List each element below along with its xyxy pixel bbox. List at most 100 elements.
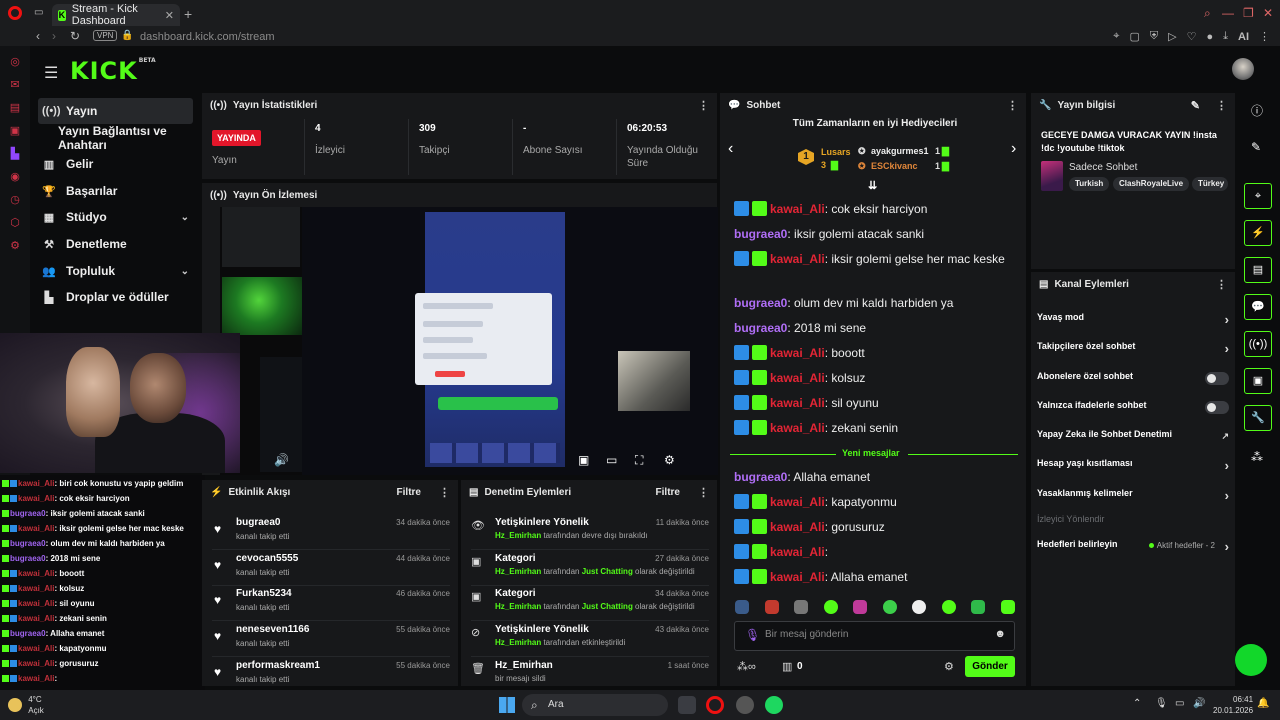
feed-user[interactable]: performaskream1: [236, 660, 320, 671]
task-view-icon[interactable]: [678, 696, 696, 714]
info-menu-icon[interactable]: ⋮: [1216, 99, 1227, 112]
chat-app-icon[interactable]: ▤: [0, 101, 30, 115]
mod-user[interactable]: Hz_Emirhan: [495, 531, 541, 540]
mail-icon[interactable]: ▣: [0, 124, 30, 138]
menu-icon[interactable]: ⋮: [1259, 30, 1270, 43]
action-account-age[interactable]: Hesap yaşı kısıtlaması ›: [1037, 458, 1229, 478]
modlog-filter-button[interactable]: Filtre: [656, 487, 680, 498]
stream-video[interactable]: 🔊 ▣ ▭ ⛶ ⚙: [220, 207, 718, 475]
chat-username[interactable]: kawai_Ali: [770, 520, 825, 534]
nav-item-studyo[interactable]: ▦ Stüdyo ⌄: [38, 204, 193, 230]
user-avatar[interactable]: [1232, 58, 1254, 80]
close-tab-icon[interactable]: ✕: [165, 9, 174, 22]
chat-username[interactable]: bugraea0: [734, 227, 787, 241]
app-taskbar-icon[interactable]: [736, 696, 754, 714]
volume-icon[interactable]: 🔊: [274, 453, 289, 467]
settings-icon[interactable]: ⚙: [0, 239, 30, 253]
history-icon[interactable]: ◷: [0, 193, 30, 207]
nav-item-droplar[interactable]: ▙ Droplar ve ödüller: [38, 284, 193, 310]
search-tabs-icon[interactable]: ⌕: [1204, 6, 1211, 21]
action-followers-only[interactable]: Takipçilere özel sohbet ›: [1037, 341, 1229, 361]
chat-menu-icon[interactable]: ⋮: [1007, 99, 1018, 112]
play-icon[interactable]: ▷: [1168, 30, 1176, 43]
gifter-name[interactable]: ayakgurmes1: [871, 146, 929, 156]
chat-username[interactable]: kawai_Ali: [770, 202, 825, 216]
feed-menu-icon[interactable]: ⋮: [439, 486, 450, 499]
nav-item-stream-key[interactable]: Yayın Bağlantısı ve Anahtarı: [38, 124, 193, 152]
microphone-icon[interactable]: 🎙: [745, 628, 760, 642]
emoji-icon[interactable]: ☻: [994, 628, 1006, 640]
player-icon[interactable]: ◉: [0, 170, 30, 184]
new-tab-button[interactable]: +: [184, 6, 192, 22]
vpn-badge[interactable]: VPN: [93, 30, 118, 41]
chat-username[interactable]: kawai_Ali: [770, 346, 825, 360]
emote-icon[interactable]: [853, 600, 868, 614]
extensions-icon[interactable]: ⬡: [0, 216, 30, 230]
network-icon[interactable]: ▭: [1175, 698, 1184, 709]
forward-button[interactable]: ›: [52, 29, 56, 43]
profile-icon[interactable]: ●: [1206, 31, 1213, 43]
kick-logo[interactable]: KICKBETA: [70, 57, 156, 85]
twitch-icon[interactable]: ▙: [0, 147, 30, 161]
mod-user[interactable]: Hz_Emirhan: [495, 602, 541, 611]
floating-action-button[interactable]: [1235, 644, 1267, 676]
emote-icon[interactable]: [912, 600, 927, 614]
chat-username[interactable]: bugraea0: [734, 470, 787, 484]
emote-icon[interactable]: [1000, 600, 1015, 614]
snapshot-icon[interactable]: ▢: [1129, 30, 1139, 43]
shield-icon[interactable]: ⛨: [1150, 30, 1158, 43]
tray-overflow-icon[interactable]: ⌃: [1133, 698, 1141, 709]
chat-username[interactable]: kawai_Ali: [770, 421, 825, 435]
nav-item-topluluk[interactable]: 👥 Topluluk ⌄: [38, 258, 193, 284]
quick-wrench-button[interactable]: 🔧: [1244, 405, 1272, 431]
prev-arrow-icon[interactable]: ‹: [728, 140, 733, 158]
quick-bolt-button[interactable]: ⚡: [1244, 220, 1272, 246]
gifter-name[interactable]: ESCkivanc: [871, 161, 918, 171]
chat-username[interactable]: kawai_Ali: [770, 545, 825, 559]
windows-start-icon[interactable]: [499, 697, 515, 713]
chat-input[interactable]: [765, 629, 985, 640]
back-button[interactable]: ‹: [36, 29, 40, 43]
mic-tray-icon[interactable]: 🎙: [1155, 698, 1168, 709]
tag-chip[interactable]: Turkish: [1069, 177, 1110, 191]
tag-chip[interactable]: Türkey: [1192, 177, 1228, 191]
next-arrow-icon[interactable]: ›: [1011, 140, 1016, 158]
opera-logo-icon[interactable]: [8, 6, 22, 20]
reload-button[interactable]: ↻: [70, 29, 80, 43]
expand-down-icon[interactable]: ⇊: [868, 179, 877, 192]
stream-category[interactable]: Sadece Sohbet: [1069, 162, 1137, 173]
mod-user[interactable]: Hz_Emirhan: [495, 638, 541, 647]
tab-switcher-icon[interactable]: ▭: [34, 7, 43, 18]
chat-username[interactable]: kawai_Ali: [770, 396, 825, 410]
emote-icon[interactable]: [971, 600, 986, 614]
nav-item-denetleme[interactable]: ⚒ Denetleme: [38, 231, 193, 257]
fullscreen-icon[interactable]: ⛶: [635, 453, 643, 468]
emote-icon[interactable]: [941, 600, 956, 614]
chat-username[interactable]: kawai_Ali: [770, 570, 825, 584]
emote-icon[interactable]: [794, 600, 809, 614]
url-field[interactable]: dashboard.kick.com/stream: [140, 31, 275, 43]
messenger-icon[interactable]: ✉: [0, 78, 30, 92]
actions-menu-icon[interactable]: ⋮: [1216, 278, 1227, 291]
chat-username[interactable]: kawai_Ali: [770, 371, 825, 385]
quick-clip-button[interactable]: ⌖: [1244, 183, 1272, 209]
chat-username[interactable]: kawai_Ali: [770, 495, 825, 509]
edit-icon[interactable]: ✎: [1191, 99, 1200, 112]
gifter-name[interactable]: Lusars: [821, 147, 851, 157]
points-icon[interactable]: ⁂∞: [737, 660, 756, 673]
aria-icon[interactable]: ◎: [0, 55, 30, 69]
action-banned-words[interactable]: Yasaklanmış kelimeler ›: [1037, 488, 1229, 508]
maximize-button[interactable]: ❐: [1243, 6, 1254, 20]
chat-username[interactable]: kawai_Ali: [770, 252, 825, 266]
download-icon[interactable]: ⤓: [1223, 30, 1228, 43]
tag-chip[interactable]: ClashRoyaleLive: [1113, 177, 1190, 191]
tab-kick-dashboard[interactable]: K Stream - Kick Dashboard ✕: [52, 3, 180, 27]
opera-taskbar-icon[interactable]: [706, 696, 724, 714]
minimize-button[interactable]: —: [1222, 6, 1234, 20]
spotify-icon[interactable]: [765, 696, 783, 714]
emote-icon[interactable]: [764, 600, 779, 614]
info-icon[interactable]: ⓘ: [1251, 102, 1263, 119]
feed-user[interactable]: bugraea0: [236, 517, 280, 528]
quick-broadcast-button[interactable]: ((•)): [1244, 331, 1272, 357]
emotes-only-toggle[interactable]: [1205, 401, 1229, 414]
